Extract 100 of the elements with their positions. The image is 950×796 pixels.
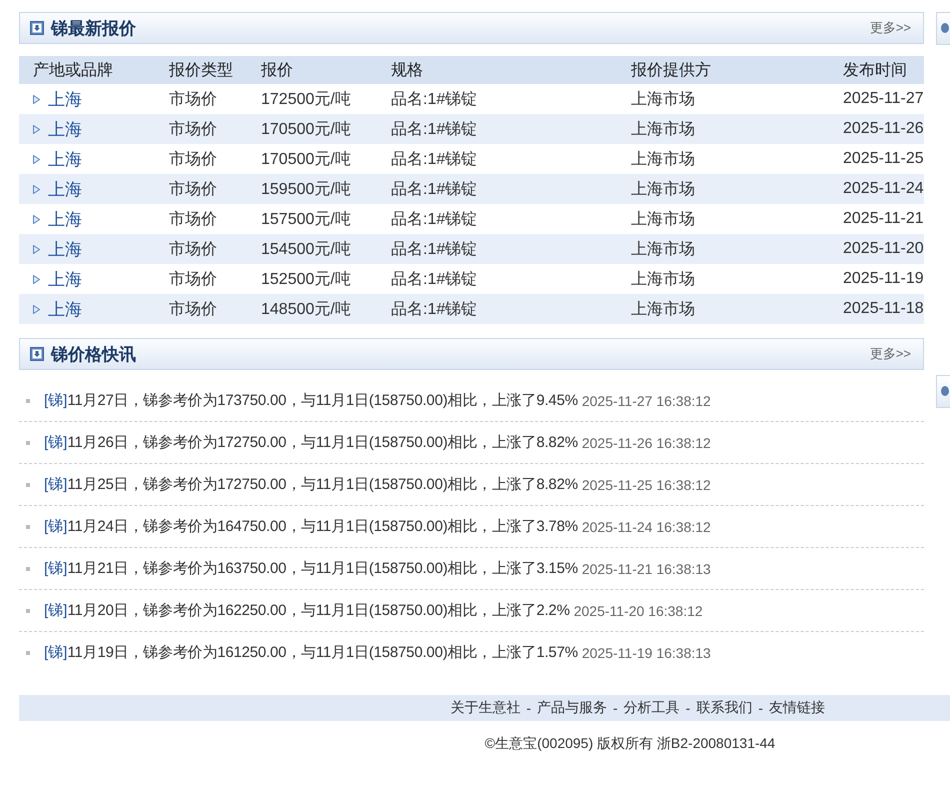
dot-icon	[941, 386, 949, 396]
table-cell: 市场价	[165, 114, 257, 144]
triangle-icon	[33, 274, 40, 284]
bullet-icon	[26, 524, 30, 528]
dot-icon	[941, 23, 949, 33]
category-link[interactable]: [锑]	[44, 391, 68, 410]
table-cell: 上海市场	[627, 204, 839, 234]
category-link[interactable]: [锑]	[44, 433, 68, 452]
news-time: 2025-11-21 16:38:13	[582, 560, 711, 576]
table-cell: 上海市场	[627, 114, 839, 144]
footer-link[interactable]: 联系我们	[696, 699, 752, 717]
bullet-icon	[26, 398, 30, 402]
table-cell: 市场价	[165, 234, 257, 264]
table-cell: 2025-11-20	[839, 234, 924, 264]
table-cell: 市场价	[165, 174, 257, 204]
category-link[interactable]: [锑]	[44, 643, 68, 662]
brand-link[interactable]: 上海	[48, 268, 82, 290]
separator: -	[612, 700, 618, 716]
news-time: 2025-11-19 16:38:13	[582, 644, 711, 660]
table-cell: 157500元/吨	[257, 204, 387, 234]
more-link[interactable]: 更多>>	[870, 345, 911, 363]
table-cell: 上海市场	[627, 84, 839, 114]
table-cell: 上海市场	[627, 174, 839, 204]
footer-link[interactable]: 关于生意社	[450, 699, 520, 717]
footer-link[interactable]: 产品与服务	[536, 699, 607, 717]
triangle-icon	[33, 94, 40, 104]
table-cell: 市场价	[165, 144, 257, 174]
column-header: 报价	[257, 56, 387, 84]
table-cell: 品名:1#锑锭	[387, 84, 627, 114]
triangle-icon	[33, 214, 40, 224]
table-cell: 172500元/吨	[257, 84, 387, 114]
column-header: 产地或品牌	[19, 56, 165, 84]
table-cell: 170500元/吨	[257, 114, 387, 144]
download-icon	[30, 21, 44, 35]
download-icon	[30, 347, 44, 361]
news-time: 2025-11-27 16:38:12	[582, 392, 711, 408]
news-time: 2025-11-20 16:38:12	[574, 602, 703, 618]
table-cell: 市场价	[165, 294, 257, 324]
table-cell: 市场价	[165, 264, 257, 294]
copyright-text: ©生意宝(002095) 版权所有 浙B2-20080131-44	[484, 735, 776, 753]
category-link[interactable]: [锑]	[44, 601, 68, 620]
table-cell: 2025-11-19	[839, 264, 924, 294]
column-header: 发布时间	[839, 56, 924, 84]
brand-link[interactable]: 上海	[48, 208, 82, 230]
table-cell: 154500元/吨	[257, 234, 387, 264]
triangle-icon	[33, 154, 40, 164]
bullet-icon	[26, 440, 30, 444]
brand-link[interactable]: 上海	[48, 88, 82, 110]
table-cell: 148500元/吨	[257, 294, 387, 324]
table-cell: 品名:1#锑锭	[387, 204, 627, 234]
news-link[interactable]: 11月25日，锑参考价为172750.00，与11月1日(158750.00)相比，上涨了8.82%	[67, 475, 578, 494]
separator: -	[526, 700, 531, 716]
table-cell: 2025-11-25	[839, 144, 924, 174]
more-link[interactable]: 更多>>	[870, 19, 911, 37]
footer-link[interactable]: 分析工具	[624, 699, 680, 717]
triangle-icon	[33, 124, 40, 134]
table-cell: 市场价	[165, 204, 257, 234]
news-link[interactable]: 11月21日，锑参考价为163750.00，与11月1日(158750.00)相比，上涨了3.15%	[67, 559, 578, 578]
category-link[interactable]: [锑]	[44, 475, 68, 494]
category-link[interactable]: [锑]	[44, 517, 68, 536]
triangle-icon	[33, 304, 40, 314]
table-cell: 2025-11-18	[839, 294, 924, 324]
table-cell: 品名:1#锑锭	[387, 234, 627, 264]
bullet-icon	[26, 482, 30, 486]
news-time: 2025-11-25 16:38:12	[582, 476, 711, 492]
separator: -	[686, 700, 690, 716]
news-link[interactable]: 11月24日，锑参考价为164750.00，与11月1日(158750.00)相比，上涨了3.78%	[67, 517, 578, 536]
news-time: 2025-11-26 16:38:12	[582, 434, 711, 450]
column-header: 报价类型	[165, 56, 257, 84]
brand-link[interactable]: 上海	[48, 238, 82, 260]
brand-link[interactable]: 上海	[48, 298, 82, 320]
bullet-icon	[26, 608, 30, 612]
brand-link[interactable]: 上海	[48, 148, 82, 170]
triangle-icon	[33, 244, 40, 254]
news-link[interactable]: 11月19日，锑参考价为161250.00，与11月1日(158750.00)相比，上涨了1.57%	[67, 643, 578, 662]
news-link[interactable]: 11月26日，锑参考价为172750.00，与11月1日(158750.00)相比，上涨了8.82%	[67, 433, 578, 452]
category-link[interactable]: [锑]	[44, 559, 68, 578]
table-cell: 2025-11-24	[839, 174, 924, 204]
triangle-icon	[33, 184, 40, 194]
table-cell: 2025-11-27	[839, 84, 924, 114]
news-link[interactable]: 11月27日，锑参考价为173750.00，与11月1日(158750.00)相比，上涨了9.45%	[67, 391, 578, 410]
panel-title: 锑最新报价	[51, 18, 136, 40]
brand-link[interactable]: 上海	[48, 178, 82, 200]
news-time: 2025-11-24 16:38:12	[582, 518, 711, 534]
table-cell: 152500元/吨	[257, 264, 387, 294]
table-cell: 品名:1#锑锭	[387, 144, 627, 174]
table-cell: 上海市场	[627, 144, 839, 174]
table-cell: 上海市场	[627, 264, 839, 294]
table-cell: 品名:1#锑锭	[387, 114, 627, 144]
bullet-icon	[26, 650, 30, 654]
table-cell: 品名:1#锑锭	[387, 174, 627, 204]
brand-link[interactable]: 上海	[48, 118, 82, 140]
news-link[interactable]: 11月20日，锑参考价为162250.00，与11月1日(158750.00)相比，上涨了2.2%	[67, 601, 570, 620]
table-cell: 品名:1#锑锭	[387, 264, 627, 294]
table-cell: 2025-11-21	[839, 204, 924, 234]
table-cell: 170500元/吨	[257, 144, 387, 174]
footer-link[interactable]: 友情链接	[769, 699, 825, 717]
table-cell: 市场价	[165, 84, 257, 114]
table-cell: 2025-11-26	[839, 114, 924, 144]
panel-title: 锑价格快讯	[51, 344, 136, 366]
